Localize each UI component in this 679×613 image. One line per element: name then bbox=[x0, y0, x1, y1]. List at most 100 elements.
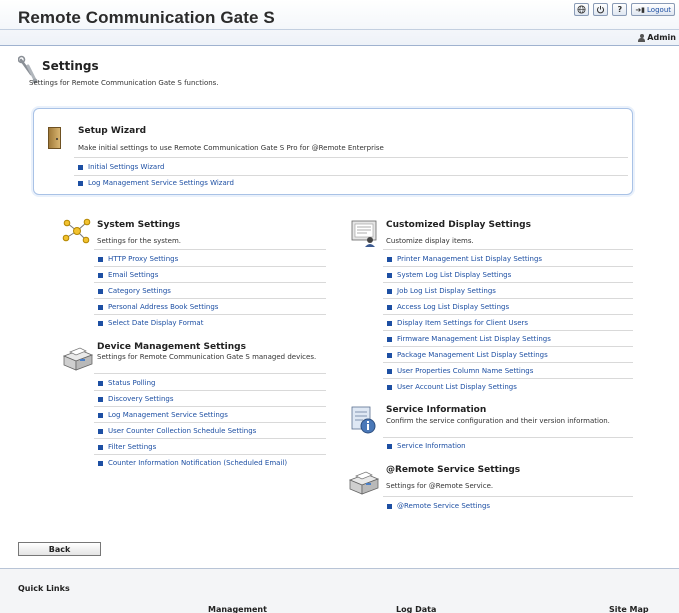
printer-icon bbox=[62, 347, 94, 371]
divider bbox=[383, 437, 633, 438]
divider bbox=[94, 422, 326, 423]
bullet-icon bbox=[98, 444, 103, 450]
link-user-properties-column-name[interactable]: User Properties Column Name Settings bbox=[387, 367, 533, 375]
globe-icon[interactable] bbox=[574, 3, 590, 16]
link-initial-settings-wizard[interactable]: Initial Settings Wizard bbox=[78, 163, 164, 171]
header-divider bbox=[0, 29, 679, 30]
link-job-log-list-display[interactable]: Job Log List Display Settings bbox=[387, 287, 496, 295]
bullet-icon bbox=[98, 272, 103, 278]
divider bbox=[94, 390, 326, 391]
divider bbox=[74, 175, 628, 176]
divider bbox=[94, 373, 326, 374]
divider bbox=[94, 249, 326, 250]
bullet-icon bbox=[98, 320, 103, 326]
link-status-polling[interactable]: Status Polling bbox=[98, 379, 156, 387]
link-personal-address-book-settings[interactable]: Personal Address Book Settings bbox=[98, 303, 218, 311]
divider bbox=[94, 454, 326, 455]
system-settings-description: Settings for the system. bbox=[97, 237, 182, 245]
remote-service-description: Settings for @Remote Service. bbox=[386, 482, 494, 490]
link-http-proxy-settings[interactable]: HTTP Proxy Settings bbox=[98, 255, 178, 263]
link-discovery-settings[interactable]: Discovery Settings bbox=[98, 395, 174, 403]
link-email-settings[interactable]: Email Settings bbox=[98, 271, 158, 279]
link-log-management-wizard[interactable]: Log Management Service Settings Wizard bbox=[78, 179, 234, 187]
bullet-icon bbox=[387, 256, 392, 262]
header-toolbar: ? ➜▮ Logout bbox=[574, 3, 675, 16]
bullet-icon bbox=[387, 503, 392, 509]
bullet-icon bbox=[98, 428, 103, 434]
divider bbox=[94, 298, 326, 299]
divider bbox=[383, 314, 633, 315]
bullet-icon bbox=[387, 336, 392, 342]
device-management-description: Settings for Remote Communication Gate S… bbox=[97, 353, 317, 361]
divider bbox=[383, 378, 633, 379]
setup-wizard-description: Make initial settings to use Remote Comm… bbox=[78, 144, 384, 152]
quick-links-title: Quick Links bbox=[18, 584, 70, 593]
divider bbox=[383, 346, 633, 347]
service-info-icon bbox=[351, 406, 376, 434]
divider bbox=[94, 406, 326, 407]
bullet-icon bbox=[98, 380, 103, 386]
link-system-log-list-display[interactable]: System Log List Display Settings bbox=[387, 271, 511, 279]
help-icon[interactable]: ? bbox=[612, 3, 628, 16]
bullet-icon bbox=[98, 460, 103, 466]
user-icon bbox=[638, 33, 646, 42]
page-description: Settings for Remote Communication Gate S… bbox=[29, 79, 219, 87]
bullet-icon bbox=[387, 288, 392, 294]
link-select-date-display-format[interactable]: Select Date Display Format bbox=[98, 319, 203, 327]
link-category-settings[interactable]: Category Settings bbox=[98, 287, 171, 295]
bullet-icon bbox=[387, 352, 392, 358]
bullet-icon bbox=[98, 396, 103, 402]
divider bbox=[383, 298, 633, 299]
link-display-item-settings-client-users[interactable]: Display Item Settings for Client Users bbox=[387, 319, 528, 327]
divider bbox=[383, 330, 633, 331]
link-package-management-list-display[interactable]: Package Management List Display Settings bbox=[387, 351, 548, 359]
link-printer-management-list-display[interactable]: Printer Management List Display Settings bbox=[387, 255, 542, 263]
app-title: Remote Communication Gate S bbox=[18, 8, 275, 27]
quick-link-management[interactable]: Management bbox=[208, 605, 267, 613]
bullet-icon bbox=[387, 320, 392, 326]
bullet-icon bbox=[98, 256, 103, 262]
bullet-icon bbox=[387, 368, 392, 374]
current-user: Admin bbox=[638, 33, 676, 42]
link-service-information[interactable]: Service Information bbox=[387, 442, 466, 450]
bullet-icon bbox=[78, 180, 83, 186]
device-management-title: Device Management Settings bbox=[97, 342, 246, 352]
bullet-icon bbox=[98, 412, 103, 418]
service-information-description: Confirm the service configuration and th… bbox=[386, 417, 610, 425]
customized-display-title: Customized Display Settings bbox=[386, 220, 531, 230]
link-access-log-list-display[interactable]: Access Log List Display Settings bbox=[387, 303, 509, 311]
quick-link-log-data[interactable]: Log Data bbox=[396, 605, 436, 613]
bullet-icon bbox=[98, 288, 103, 294]
divider bbox=[383, 496, 633, 497]
link-user-account-list-display[interactable]: User Account List Display Settings bbox=[387, 383, 517, 391]
divider bbox=[94, 282, 326, 283]
link-log-management-service-settings[interactable]: Log Management Service Settings bbox=[98, 411, 228, 419]
system-settings-title: System Settings bbox=[97, 220, 181, 230]
app-header: Remote Communication Gate S ? ➜▮ Logout … bbox=[0, 0, 679, 46]
divider bbox=[94, 314, 326, 315]
remote-printer-icon bbox=[348, 471, 380, 495]
remote-service-title: @Remote Service Settings bbox=[386, 465, 521, 475]
network-icon bbox=[62, 218, 91, 244]
bullet-icon bbox=[387, 272, 392, 278]
bullet-icon bbox=[387, 304, 392, 310]
customized-display-description: Customize display items. bbox=[386, 237, 474, 245]
link-filter-settings[interactable]: Filter Settings bbox=[98, 443, 156, 451]
link-firmware-management-list-display[interactable]: Firmware Management List Display Setting… bbox=[387, 335, 551, 343]
user-name: Admin bbox=[647, 33, 676, 42]
back-button[interactable]: Back bbox=[18, 542, 101, 556]
quick-link-site-map[interactable]: Site Map bbox=[609, 605, 649, 613]
divider bbox=[383, 282, 633, 283]
divider bbox=[94, 266, 326, 267]
link-user-counter-collection-schedule[interactable]: User Counter Collection Schedule Setting… bbox=[98, 427, 256, 435]
door-icon bbox=[48, 127, 61, 149]
setup-wizard-panel: Setup Wizard Make initial settings to us… bbox=[33, 108, 633, 195]
power-icon[interactable] bbox=[593, 3, 609, 16]
link-counter-information-notification[interactable]: Counter Information Notification (Schedu… bbox=[98, 459, 287, 467]
logout-button[interactable]: ➜▮ Logout bbox=[631, 3, 675, 16]
bullet-icon bbox=[387, 443, 392, 449]
quick-links-footer: Quick Links Management Log Data Site Map bbox=[0, 568, 679, 613]
divider bbox=[383, 249, 633, 250]
link-remote-service-settings[interactable]: @Remote Service Settings bbox=[387, 502, 490, 510]
page-title: Settings bbox=[42, 59, 99, 73]
